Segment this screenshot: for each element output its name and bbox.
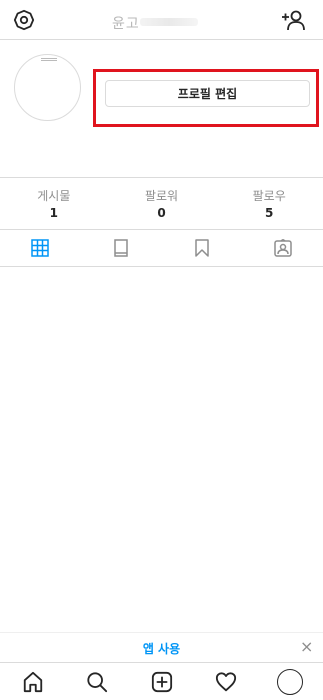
stat-posts[interactable]: 게시물 1 bbox=[0, 178, 108, 229]
profile-tabs bbox=[0, 229, 323, 267]
grid-icon bbox=[31, 239, 50, 257]
stat-label: 게시물 bbox=[37, 189, 71, 203]
stat-count: 5 bbox=[265, 206, 274, 220]
avatar bbox=[277, 668, 303, 695]
nav-new-post[interactable] bbox=[149, 669, 175, 695]
nav-profile[interactable] bbox=[277, 668, 303, 695]
nav-search[interactable] bbox=[84, 669, 110, 695]
tab-igtv[interactable] bbox=[81, 230, 162, 266]
stat-count: 0 bbox=[157, 206, 166, 220]
app-use-banner: 앱 사용 × bbox=[0, 632, 323, 662]
profile-header: 프로필 편집 bbox=[0, 40, 323, 177]
tagged-icon bbox=[273, 239, 292, 257]
stat-followers[interactable]: 팔로워 0 bbox=[108, 178, 216, 229]
stat-label: 팔로우 bbox=[252, 189, 286, 203]
profile-stats: 게시물 1 팔로워 0 팔로우 5 bbox=[0, 177, 323, 229]
stat-label: 팔로워 bbox=[144, 189, 179, 203]
close-icon[interactable]: × bbox=[300, 639, 313, 655]
avatar-tiny-text bbox=[41, 58, 57, 63]
search-icon bbox=[87, 671, 108, 692]
app-use-link[interactable]: 앱 사용 bbox=[0, 640, 323, 657]
username-blurred-part bbox=[140, 18, 198, 26]
username[interactable]: 윤고 bbox=[112, 13, 140, 33]
bottom-nav bbox=[0, 662, 323, 700]
tab-tagged[interactable] bbox=[242, 230, 323, 266]
add-user-icon[interactable] bbox=[280, 9, 306, 31]
heart-icon bbox=[215, 671, 236, 691]
plus-square-icon bbox=[151, 671, 172, 692]
nav-home[interactable] bbox=[20, 669, 46, 695]
stat-following[interactable]: 팔로우 5 bbox=[215, 178, 323, 229]
home-icon bbox=[23, 671, 43, 692]
tab-saved[interactable] bbox=[162, 230, 243, 266]
edit-profile-button[interactable]: 프로필 편집 bbox=[105, 80, 310, 107]
stat-count: 1 bbox=[49, 206, 59, 220]
avatar[interactable] bbox=[14, 54, 81, 121]
bookmark-icon bbox=[195, 239, 209, 257]
tab-grid[interactable] bbox=[0, 230, 81, 266]
gear-icon[interactable] bbox=[13, 9, 35, 31]
tv-icon bbox=[114, 239, 128, 257]
top-bar: 윤고 bbox=[0, 0, 323, 40]
nav-activity[interactable] bbox=[213, 669, 239, 695]
